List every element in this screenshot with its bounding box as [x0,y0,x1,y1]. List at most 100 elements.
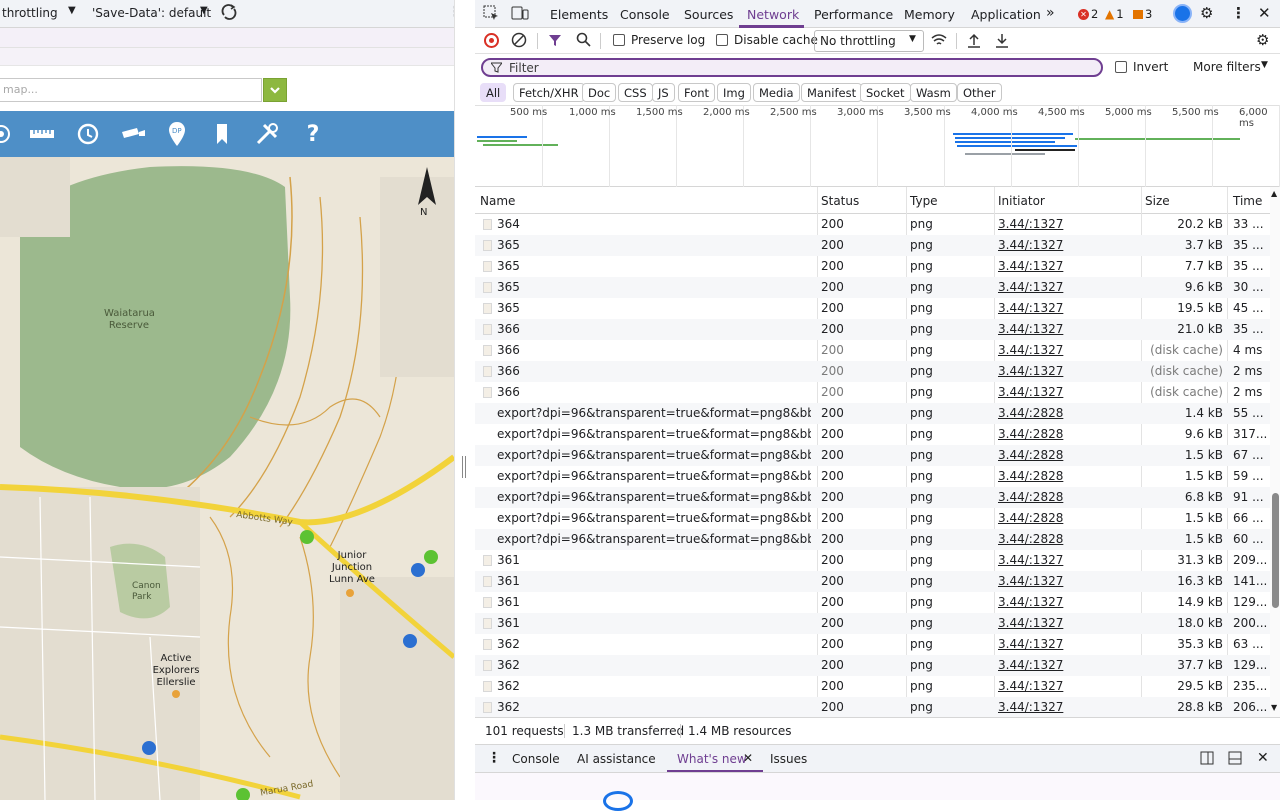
warning-badge[interactable]: ▲ 1 [1105,7,1124,21]
drawer-tab-console[interactable]: Console [512,752,560,766]
filter-input[interactable]: Filter [481,58,1103,77]
cell-initiator[interactable]: 3.44/:1327 [998,364,1138,378]
cell-initiator[interactable]: 3.44/:1327 [998,553,1138,567]
invert-checkbox[interactable] [1115,61,1127,73]
inspect-element-icon[interactable] [483,5,499,24]
request-row[interactable]: 366 200 png 3.44/:1327 21.0 kB 35 ... [475,319,1270,340]
cell-initiator[interactable]: 3.44/:1327 [998,385,1138,399]
request-row[interactable]: 365 200 png 3.44/:1327 19.5 kB 45 ... [475,298,1270,319]
cell-initiator[interactable]: 3.44/:2828 [998,511,1138,525]
tab-memory[interactable]: Memory [904,7,955,22]
update-icon[interactable] [1173,4,1192,23]
request-row[interactable]: 361 200 png 3.44/:1327 31.3 kB 209... [475,550,1270,571]
camera-icon[interactable] [118,119,148,149]
request-row[interactable]: 361 200 png 3.44/:1327 14.9 kB 129... [475,592,1270,613]
request-row[interactable]: export?dpi=96&transparent=true&format=pn… [475,487,1270,508]
map-search-button[interactable] [263,78,287,102]
cell-initiator[interactable]: 3.44/:1327 [998,301,1138,315]
throttle-label[interactable]: throttling [2,6,58,20]
close-devtools-icon[interactable]: ✕ [1258,4,1271,22]
column-header-type[interactable]: Type [910,194,938,208]
table-scrollbar-thumb[interactable] [1272,493,1279,608]
column-header-time[interactable]: Time [1233,194,1262,208]
device-toggle-icon[interactable] [511,5,529,24]
request-row[interactable]: 366 200 png 3.44/:1327 (disk cache) 2 ms [475,361,1270,382]
type-filter-js[interactable]: JS [652,83,675,102]
type-filter-other[interactable]: Other [957,83,1002,102]
rotate-icon[interactable] [220,3,238,24]
map-label-junior-junction[interactable]: Junior Junction Lunn Ave [324,550,380,586]
column-header-name[interactable]: Name [480,194,515,208]
column-header-initiator[interactable]: Initiator [998,194,1045,208]
request-row[interactable]: 365 200 png 3.44/:1327 3.7 kB 35 ... [475,235,1270,256]
clear-icon[interactable] [511,32,527,51]
settings-gear-icon[interactable]: ⚙ [1200,4,1213,22]
tab-application[interactable]: Application [971,7,1041,22]
info-badge[interactable]: 3 [1133,7,1152,21]
record-icon[interactable] [484,33,499,48]
drawer-toggle-icon[interactable] [1228,751,1242,768]
cell-initiator[interactable]: 3.44/:1327 [998,658,1138,672]
import-har-icon[interactable] [967,32,981,51]
request-row[interactable]: export?dpi=96&transparent=true&format=pn… [475,508,1270,529]
cell-initiator[interactable]: 3.44/:1327 [998,700,1138,714]
close-drawer-icon[interactable]: ✕ [1257,750,1269,766]
more-filters-button[interactable]: More filters [1193,60,1261,74]
request-row[interactable]: 361 200 png 3.44/:1327 16.3 kB 141... [475,571,1270,592]
cell-initiator[interactable]: 3.44/:2828 [998,448,1138,462]
cell-initiator[interactable]: 3.44/:1327 [998,574,1138,588]
dp-pin-icon[interactable]: DP [162,119,192,149]
throttle-dropdown-icon[interactable]: ▼ [68,5,76,16]
cell-initiator[interactable]: 3.44/:1327 [998,259,1138,273]
history-icon[interactable] [73,119,103,149]
request-row[interactable]: 366 200 png 3.44/:1327 (disk cache) 2 ms [475,382,1270,403]
column-header-size[interactable]: Size [1145,194,1170,208]
tab-console[interactable]: Console [620,7,670,22]
bookmark-icon[interactable] [207,119,237,149]
cell-initiator[interactable]: 3.44/:1327 [998,217,1138,231]
save-data-select[interactable]: 'Save-Data': default [92,6,211,20]
cell-initiator[interactable]: 3.44/:1327 [998,343,1138,357]
panel-splitter[interactable] [454,0,475,800]
locate-icon[interactable] [0,119,16,149]
request-row[interactable]: 361 200 png 3.44/:1327 18.0 kB 200... [475,613,1270,634]
cell-initiator[interactable]: 3.44/:2828 [998,427,1138,441]
filter-funnel-icon[interactable] [548,33,562,50]
help-icon[interactable]: ? [298,119,328,149]
request-row[interactable]: 366 200 png 3.44/:1327 (disk cache) 4 ms [475,340,1270,361]
drawer-tab-ai-assistance[interactable]: AI assistance [577,752,656,766]
search-icon[interactable] [576,32,591,50]
cell-initiator[interactable]: 3.44/:2828 [998,490,1138,504]
type-filter-socket[interactable]: Socket [860,83,911,102]
request-row[interactable]: export?dpi=96&transparent=true&format=pn… [475,466,1270,487]
request-row[interactable]: 362 200 png 3.44/:1327 37.7 kB 129... [475,655,1270,676]
request-row[interactable]: 362 200 png 3.44/:1327 35.3 kB 63 ... [475,634,1270,655]
type-filter-all[interactable]: All [480,83,507,102]
type-filter-font[interactable]: Font [678,83,716,102]
request-row[interactable]: export?dpi=96&transparent=true&format=pn… [475,529,1270,550]
tab-performance[interactable]: Performance [814,7,893,22]
tab-network[interactable]: Network [747,7,799,22]
dock-side-icon[interactable] [1200,751,1214,768]
cell-initiator[interactable]: 3.44/:2828 [998,532,1138,546]
type-filter-img[interactable]: Img [717,83,751,102]
cell-initiator[interactable]: 3.44/:2828 [998,406,1138,420]
cell-initiator[interactable]: 3.44/:1327 [998,616,1138,630]
network-conditions-icon[interactable] [930,32,948,51]
more-filters-dropdown-icon[interactable]: ▼ [1261,60,1268,70]
close-tab-icon[interactable]: ✕ [743,751,753,765]
export-har-icon[interactable] [995,32,1009,51]
request-row[interactable]: export?dpi=96&transparent=true&format=pn… [475,424,1270,445]
request-row[interactable]: export?dpi=96&transparent=true&format=pn… [475,445,1270,466]
cell-initiator[interactable]: 3.44/:1327 [998,238,1138,252]
tab-elements[interactable]: Elements [550,7,608,22]
request-row[interactable]: 362 200 png 3.44/:1327 29.5 kB 235... [475,676,1270,697]
type-filter-fetch-xhr[interactable]: Fetch/XHR [513,83,585,102]
throttle-select[interactable]: No throttling ▼ [814,30,924,52]
type-filter-media[interactable]: Media [753,83,800,102]
map-canvas[interactable]: N Waiatarua Reserve Junior Junction Lunn… [0,157,454,800]
cell-initiator[interactable]: 3.44/:2828 [998,469,1138,483]
column-header-status[interactable]: Status [821,194,859,208]
request-row[interactable]: 364 200 png 3.44/:1327 20.2 kB 33 ... [475,214,1270,235]
preserve-log-checkbox[interactable] [613,34,625,46]
